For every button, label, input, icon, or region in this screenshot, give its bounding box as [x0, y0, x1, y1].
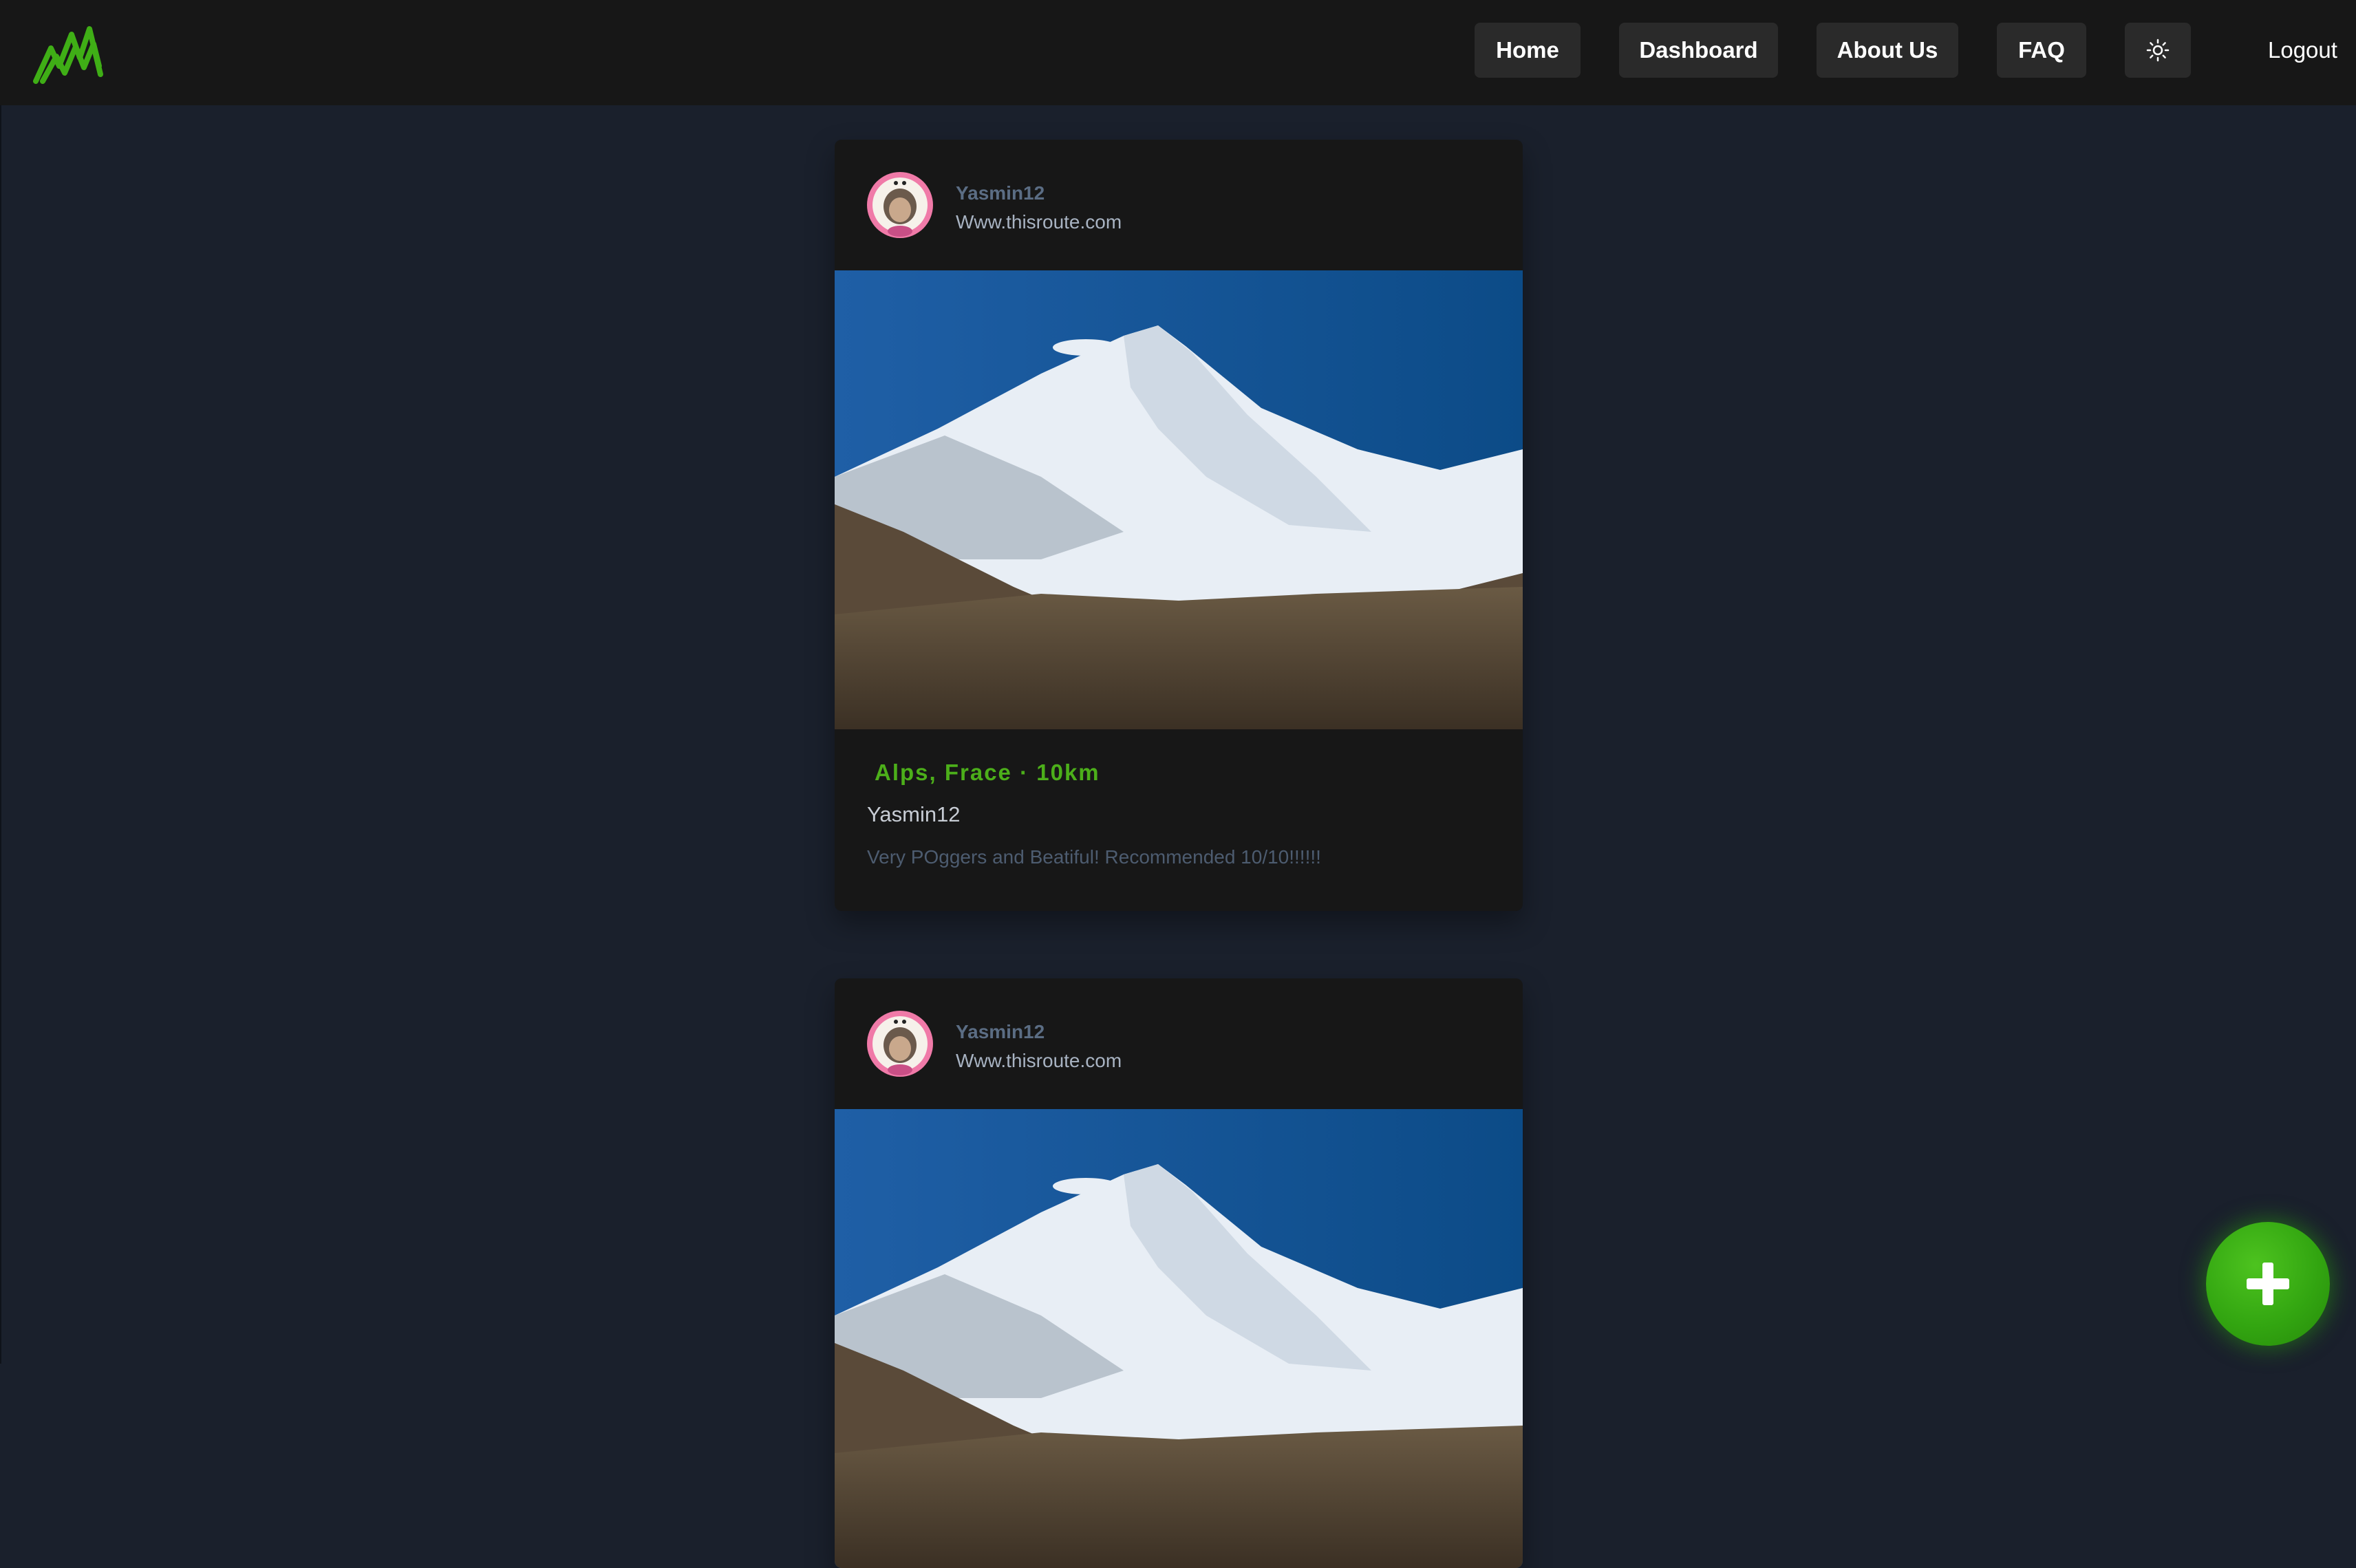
add-post-button[interactable]: [2206, 1222, 2330, 1346]
user-avatar[interactable]: [867, 1011, 933, 1077]
nav-dashboard-button[interactable]: Dashboard: [1619, 23, 1778, 78]
nav-faq-button[interactable]: FAQ: [1997, 23, 2086, 78]
post-author[interactable]: Yasmin12: [867, 802, 961, 827]
post-website[interactable]: Www.thisroute.com: [956, 211, 1122, 233]
sun-icon: [2146, 39, 2170, 62]
plus-icon: [2247, 1263, 2289, 1305]
post-website[interactable]: Www.thisroute.com: [956, 1050, 1122, 1072]
mountain-photo[interactable]: [835, 1109, 1523, 1568]
nav-home-button[interactable]: Home: [1475, 23, 1581, 78]
user-avatar[interactable]: [867, 172, 933, 238]
theme-toggle-button[interactable]: [2125, 23, 2191, 78]
post-body: Alps, Frace · 10km Yasmin12 Very POggers…: [835, 729, 1523, 911]
post-location: Alps, Frace · 10km: [875, 760, 1100, 785]
post-card: Yasmin12 Www.thisroute.com: [835, 978, 1523, 1568]
post-description: Very POggers and Beatiful! Recommended 1…: [867, 846, 1321, 868]
mountain-photo[interactable]: [835, 270, 1523, 729]
mountain-logo-icon[interactable]: [32, 17, 106, 85]
post-card: Yasmin12 Www.thisroute.com Alps, Frace ·…: [835, 140, 1523, 911]
post-username[interactable]: Yasmin12: [956, 1021, 1045, 1043]
post-header: Yasmin12 Www.thisroute.com: [835, 978, 1523, 1109]
post-username[interactable]: Yasmin12: [956, 182, 1045, 204]
page-edge-divider: [0, 105, 1, 1364]
logout-link[interactable]: Logout: [2268, 23, 2337, 78]
nav-about-button[interactable]: About Us: [1817, 23, 1958, 78]
top-navbar: Home Dashboard About Us FAQ Logout: [0, 0, 2356, 105]
post-header: Yasmin12 Www.thisroute.com: [835, 140, 1523, 270]
